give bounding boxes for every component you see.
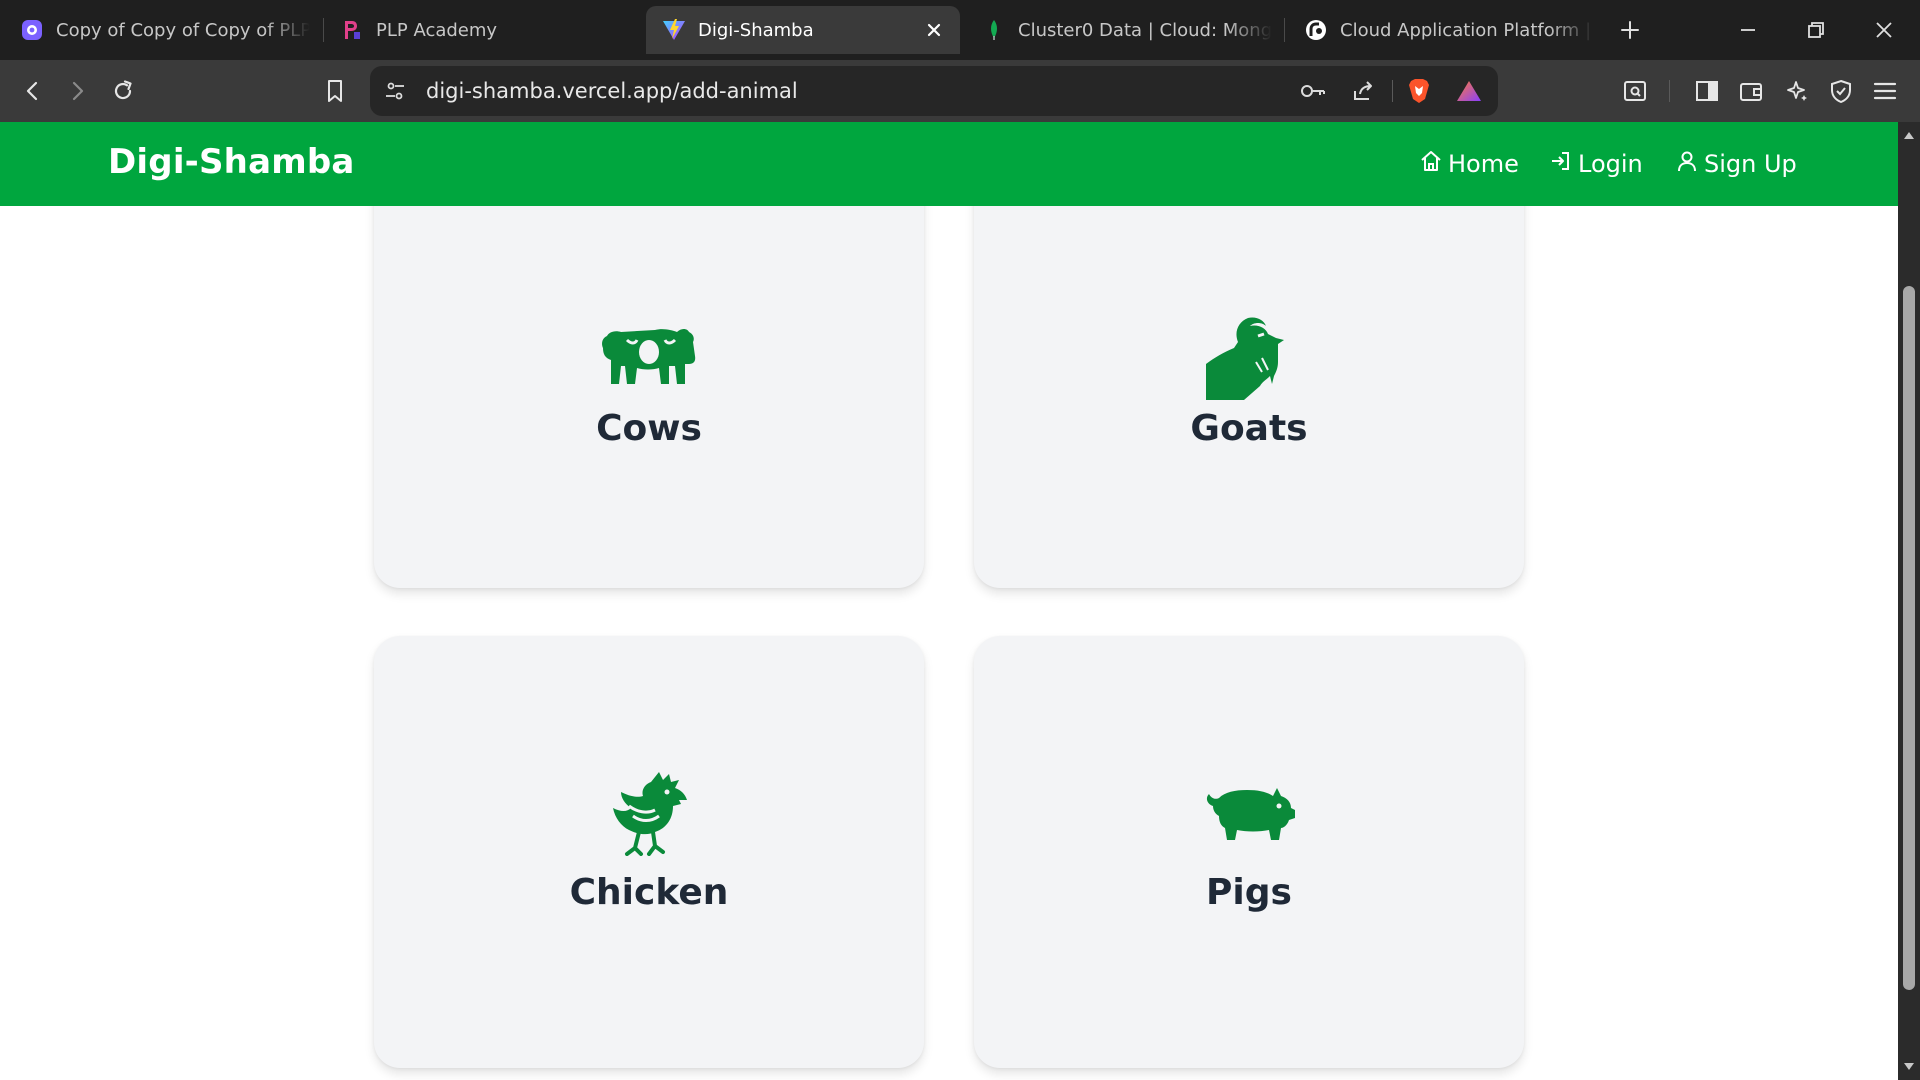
user-icon [1676,150,1704,178]
scrollbar-thumb[interactable] [1903,286,1915,990]
animal-card-goats[interactable]: Goats [974,142,1524,588]
restore-window-button[interactable] [1796,10,1836,50]
page-viewport: Cows Goats Chicken Pigs Digi-Shamba Home… [0,122,1898,1080]
vite-icon [662,18,686,42]
nav-login-label: Login [1578,150,1643,178]
wallet-icon[interactable] [1732,72,1770,110]
nav-signup-link[interactable]: Sign Up [1676,148,1797,180]
tab-title: Copy of Copy of Copy of PLP S [56,19,310,41]
pig-icon [974,784,1524,842]
tab-separator [323,18,324,42]
vpn-shield-icon[interactable] [1822,72,1860,110]
browser-tab-active[interactable]: Digi-Shamba [646,6,960,54]
scroll-up-arrow-icon[interactable] [1902,128,1916,142]
browser-tab[interactable]: Cloud Application Platform | Re [1304,6,1594,54]
goat-icon [974,312,1524,402]
nav-home-label: Home [1448,150,1519,178]
reload-button[interactable] [104,72,142,110]
site-brand-logo[interactable]: Digi-Shamba [108,142,355,182]
browser-tab[interactable]: Copy of Copy of Copy of PLP S [20,6,310,54]
page-search-icon[interactable] [1616,72,1654,110]
tab-title: PLP Academy [376,19,498,41]
password-key-icon[interactable] [1298,76,1328,106]
scroll-down-arrow-icon[interactable] [1902,1060,1916,1074]
close-window-button[interactable] [1864,10,1904,50]
browser-tab-strip: Copy of Copy of Copy of PLP S PLP Academ… [0,0,1920,60]
address-bar[interactable]: digi-shamba.vercel.app/add-animal [370,66,1498,116]
animal-card-label: Chicken [569,872,729,913]
brave-shields-icon[interactable] [1404,76,1434,106]
browser-toolbar: digi-shamba.vercel.app/add-animal [0,60,1920,122]
back-button[interactable] [14,72,52,110]
nav-signup-label: Sign Up [1704,150,1797,178]
new-tab-button[interactable] [1610,10,1650,50]
nav-login-link[interactable]: Login [1550,148,1643,180]
chicken-icon [374,770,924,856]
login-icon [1550,150,1578,178]
mongodb-leaf-icon [982,18,1006,42]
leo-ai-icon[interactable] [1778,72,1816,110]
nav-home-link[interactable]: Home [1420,148,1519,180]
animal-card-chicken[interactable]: Chicken [374,636,924,1068]
animal-card-pigs[interactable]: Pigs [974,636,1524,1068]
cow-icon [374,322,924,386]
animal-card-label: Cows [596,408,702,449]
brave-rewards-icon[interactable] [1454,76,1484,106]
animal-card-cows[interactable]: Cows [374,142,924,588]
animal-card-label: Goats [1190,408,1308,449]
site-navbar: Digi-Shamba Home Login Sign Up [0,122,1898,206]
forward-button[interactable] [58,72,96,110]
plp-academy-icon [340,18,364,42]
url-text: digi-shamba.vercel.app/add-animal [426,79,798,103]
browser-tab[interactable]: PLP Academy [340,6,630,54]
bookmark-icon[interactable] [316,72,354,110]
omnibox-separator [1392,80,1393,102]
browser-tab[interactable]: Cluster0 Data | Cloud: MongoD [982,6,1272,54]
share-icon[interactable] [1348,76,1378,106]
sidebar-toggle-icon[interactable] [1688,72,1726,110]
tab-title: Digi-Shamba [698,19,814,41]
minimize-window-button[interactable] [1728,10,1768,50]
toolbar-separator [1669,80,1670,102]
animal-card-label: Pigs [1206,872,1292,913]
render-icon [1304,18,1328,42]
page-scrollbar[interactable] [1898,122,1920,1080]
home-icon [1420,150,1448,178]
site-settings-icon[interactable] [380,76,410,106]
tab-title: Cluster0 Data | Cloud: MongoD [1018,19,1272,41]
close-tab-icon[interactable] [922,18,946,42]
canva-icon [20,18,44,42]
tab-title: Cloud Application Platform | Re [1340,19,1594,41]
tab-separator [1284,18,1285,42]
menu-icon[interactable] [1866,72,1904,110]
